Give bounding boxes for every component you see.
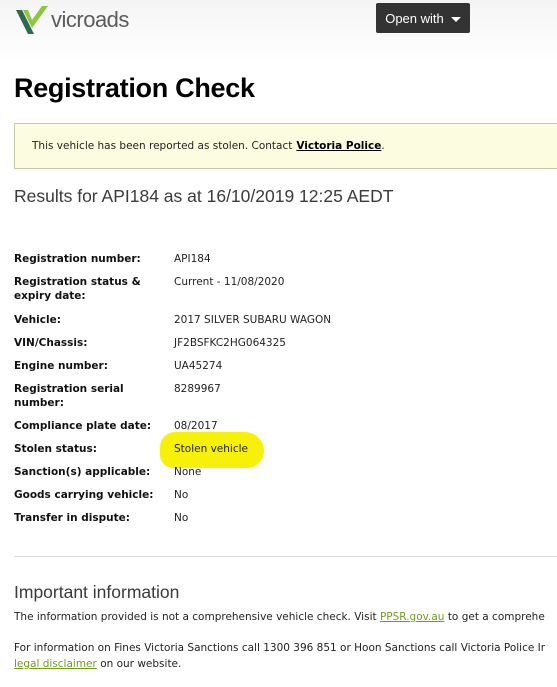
section-divider — [14, 556, 557, 557]
detail-value: 08/2017 — [174, 420, 218, 432]
top-bar: vicroads Open with — [0, 0, 557, 62]
info-paragraph-1: The information provided is not a compre… — [14, 609, 545, 625]
alert-suffix: . — [381, 140, 385, 152]
para1-suffix: to get a comprehe — [447, 611, 545, 623]
stolen-status-value: Stolen vehicle — [174, 443, 248, 455]
detail-label: Compliance plate date: — [14, 420, 152, 432]
page-title: Registration Check — [14, 73, 255, 103]
detail-label: Transfer in dispute: — [14, 512, 130, 524]
detail-value: 8289967 — [174, 383, 221, 395]
victoria-police-link[interactable]: Victoria Police — [296, 140, 381, 152]
para2-line2: legal disclaimer on our website. — [14, 656, 545, 672]
detail-label: Goods carrying vehicle: — [14, 489, 154, 501]
ppsr-link[interactable]: PPSR.gov.au — [380, 611, 445, 623]
stolen-alert: This vehicle has been reported as stolen… — [14, 123, 557, 169]
detail-value: API184 — [174, 253, 211, 265]
vicroads-logo[interactable]: vicroads — [14, 4, 129, 36]
detail-value: 2017 SILVER SUBARU WAGON — [174, 314, 332, 326]
open-with-button[interactable]: Open with — [376, 3, 470, 33]
detail-value: Current - 11/08/2020 — [174, 276, 285, 288]
para2-suffix: on our website. — [100, 658, 182, 670]
detail-label: VIN/Chassis: — [14, 337, 88, 349]
detail-value: No — [174, 512, 189, 524]
logo-text: vicroads — [51, 7, 129, 32]
results-title: Results for API184 as at 16/10/2019 12:2… — [14, 186, 394, 206]
detail-label: Registration status & expiry date: — [14, 276, 141, 302]
detail-label: Vehicle: — [14, 314, 61, 326]
detail-label: Stolen status: — [14, 443, 97, 455]
info-paragraph-2: For information on Fines Victoria Sancti… — [14, 640, 545, 672]
para2-line1: For information on Fines Victoria Sancti… — [14, 642, 546, 654]
vicroads-logo-mark — [16, 6, 48, 34]
detail-value: UA45274 — [174, 360, 223, 372]
alert-text: This vehicle has been reported as stolen… — [32, 140, 293, 152]
important-title: Important information — [14, 582, 180, 602]
detail-value: None — [174, 466, 202, 478]
open-with-label: Open with — [385, 10, 444, 26]
detail-label: Sanction(s) applicable: — [14, 466, 151, 478]
legal-disclaimer-link[interactable]: legal disclaimer — [14, 658, 97, 670]
para1-text: The information provided is not a compre… — [14, 611, 377, 623]
caret-down-icon — [450, 16, 461, 22]
detail-label: Engine number: — [14, 360, 108, 372]
detail-value: JF2BSFKC2HG064325 — [174, 337, 286, 349]
detail-value: No — [174, 489, 189, 501]
detail-label: Registration serial number: — [14, 383, 124, 409]
detail-label: Registration number: — [14, 253, 141, 265]
